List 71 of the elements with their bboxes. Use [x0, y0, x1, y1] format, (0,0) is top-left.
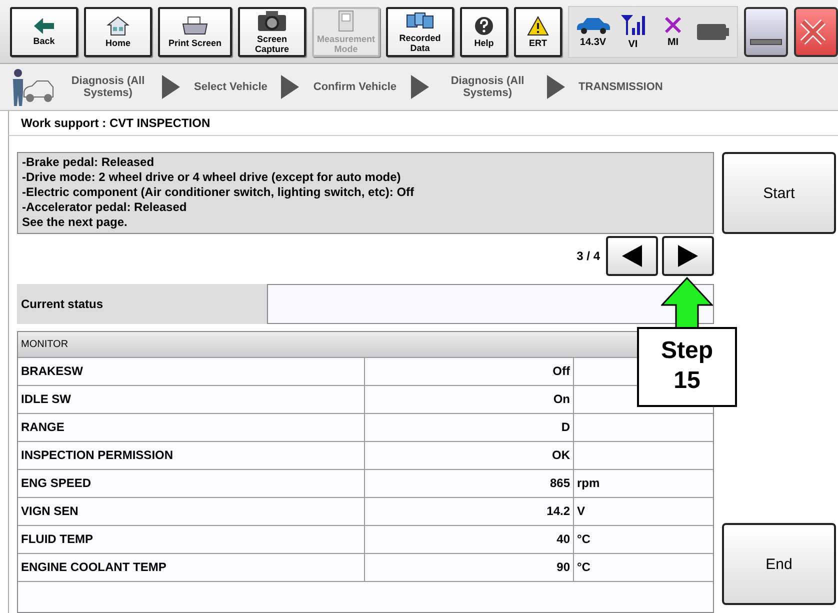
car-icon — [575, 16, 611, 34]
close-button[interactable] — [794, 6, 838, 56]
arrow-icon — [34, 18, 54, 34]
step-callout: Step 15 — [637, 327, 737, 407]
signal-icon — [620, 14, 646, 36]
table-cell: OK — [365, 442, 574, 469]
status-label: VI — [628, 38, 638, 50]
minimize-button[interactable] — [744, 6, 788, 56]
table-cell: ENGINE COOLANT TEMP — [18, 554, 365, 581]
table-cell: On — [365, 386, 574, 413]
breadcrumb-item[interactable]: TRANSMISSION — [578, 81, 663, 93]
help-icon — [474, 16, 494, 36]
toolbar-button[interactable]: ERT — [514, 6, 562, 56]
table-cell: Off — [365, 358, 574, 385]
toolbar-button[interactable]: Help — [460, 6, 508, 56]
toolbar-button[interactable]: Home — [84, 6, 152, 56]
table-cell-text: °C — [576, 559, 592, 576]
status-label: MI — [667, 36, 679, 48]
instruction-text: See the next page. — [22, 215, 128, 230]
warning-icon — [527, 16, 549, 36]
house-icon — [107, 16, 129, 36]
instruction-text: -Electric component (Air conditioner switch, lighting switch, etc): Off — [22, 185, 416, 200]
end-button[interactable]: End — [722, 523, 836, 605]
page-indicator: 3 / 4 — [576, 249, 600, 263]
cross-icon — [664, 16, 682, 34]
instruction-text: -Accelerator pedal: Released — [22, 200, 188, 215]
toolbar-button[interactable]: Print Screen — [158, 6, 232, 56]
table-cell: VIGN SEN — [18, 498, 365, 525]
table-cell-text: V — [576, 503, 586, 520]
breadcrumb-item[interactable]: Confirm Vehicle — [313, 81, 397, 93]
table-cell: IDLE SW — [18, 386, 365, 413]
toolbar-button: Measurement Mode — [312, 6, 380, 56]
chevron-icon — [410, 75, 429, 99]
table-cell: ENG SPEED — [18, 470, 365, 497]
breadcrumb-item[interactable]: Diagnosis (All Systems) — [68, 75, 148, 99]
table-cell: FLUID TEMP — [18, 526, 365, 553]
folders-icon — [405, 10, 435, 30]
left-triangle-icon — [622, 245, 642, 267]
breadcrumb-item[interactable]: Diagnosis (All Systems) — [442, 75, 533, 99]
next-page-button[interactable] — [662, 236, 714, 276]
table-cell: 40 — [365, 526, 574, 553]
chevron-icon — [162, 75, 180, 99]
toolbar-button[interactable]: Recorded Data — [386, 6, 454, 56]
table-cell: BRAKESW — [18, 358, 365, 385]
table-cell: 90 — [365, 554, 574, 581]
chevron-icon — [546, 75, 565, 99]
table-cell: RANGE — [18, 414, 365, 441]
previous-page-button[interactable] — [606, 236, 658, 276]
meter-icon — [338, 10, 354, 32]
chevron-icon — [281, 75, 300, 99]
back-button[interactable]: Back — [10, 6, 78, 56]
toolbar-button[interactable]: Screen Capture — [238, 6, 306, 56]
status-label: 14.3V — [580, 36, 606, 48]
table-cell: INSPECTION PERMISSION — [18, 442, 365, 469]
right-triangle-icon — [678, 245, 698, 267]
table-cell-text: °C — [576, 531, 592, 548]
mechanic-car-icon — [10, 67, 54, 107]
start-button[interactable]: Start — [722, 152, 836, 234]
table-cell: 865 — [365, 470, 574, 497]
instruction-text: -Drive mode: 2 wheel drive or 4 wheel drive (except for auto mode) — [22, 170, 402, 185]
printer-icon — [181, 16, 209, 36]
instruction-text: -Brake pedal: Released — [22, 155, 156, 170]
camera-icon — [257, 10, 287, 32]
table-cell-text: rpm — [576, 475, 601, 492]
battery-icon — [697, 24, 729, 40]
status-label-cell: Current status — [17, 284, 267, 324]
breadcrumb-item[interactable]: Select Vehicle — [194, 81, 268, 93]
work-support-title: Work support : CVT INSPECTION — [8, 111, 838, 136]
arrow-icon — [661, 277, 713, 329]
table-cell: D — [365, 414, 574, 441]
table-cell: 14.2 — [365, 498, 574, 525]
